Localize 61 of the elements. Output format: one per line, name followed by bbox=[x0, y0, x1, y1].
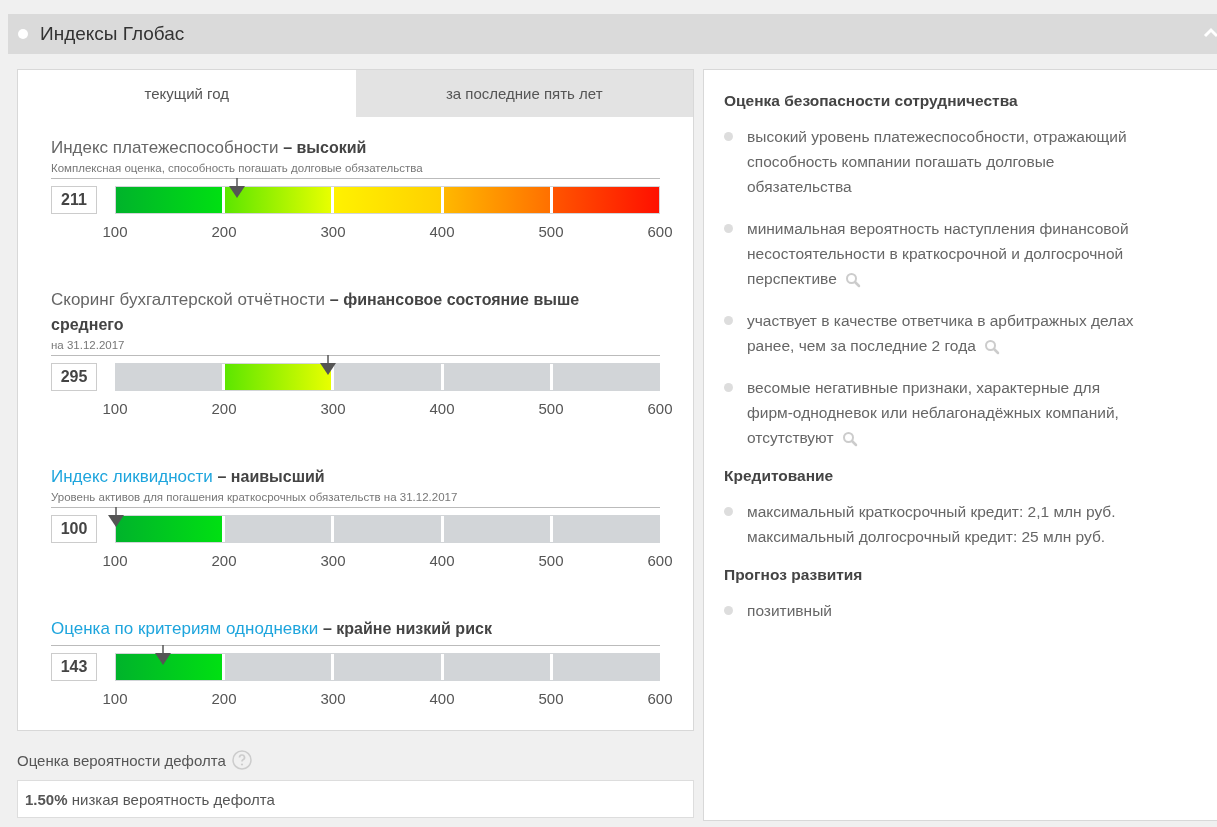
collapse-chevron-icon[interactable] bbox=[1203, 26, 1217, 38]
tick-label: 100 bbox=[102, 690, 128, 707]
search-icon[interactable] bbox=[844, 271, 861, 288]
tick-label: 400 bbox=[429, 690, 455, 707]
tick-label: 400 bbox=[429, 400, 455, 417]
tick-label: 600 bbox=[647, 223, 673, 240]
tick-label: 100 bbox=[102, 552, 128, 569]
tick-label: 300 bbox=[320, 690, 346, 707]
tick-label: 200 bbox=[211, 400, 237, 417]
section-heading: Прогноз развития bbox=[724, 566, 864, 584]
index-subtitle: на 31.12.2017 bbox=[51, 339, 126, 351]
tick-label: 100 bbox=[102, 223, 128, 240]
index-title: Индекс ликвидности – наивысший bbox=[51, 466, 326, 488]
index-value: 143 bbox=[51, 653, 97, 681]
index-title: Скоринг бухгалтерской отчётности – финансовое состояние выше среднего bbox=[51, 289, 581, 335]
tick-label: 200 bbox=[211, 552, 237, 569]
summary-text: максимальный краткосрочный кредит: 2,1 млн руб. bbox=[747, 502, 1117, 522]
bullet-icon bbox=[724, 606, 733, 615]
help-icon[interactable] bbox=[231, 750, 252, 770]
bullet-icon bbox=[724, 316, 733, 325]
index-title: Индекс платежеспособности – высокий bbox=[51, 137, 368, 159]
tick-label: 400 bbox=[429, 552, 455, 569]
tick-label: 300 bbox=[320, 552, 346, 569]
tick-label: 500 bbox=[538, 400, 564, 417]
tick-label: 500 bbox=[538, 223, 564, 240]
bullet-icon bbox=[724, 132, 733, 141]
tick-label: 200 bbox=[211, 690, 237, 707]
tick-label: 200 bbox=[211, 223, 237, 240]
search-icon[interactable] bbox=[983, 338, 1000, 355]
bullet-icon bbox=[724, 383, 733, 392]
tick-label: 600 bbox=[647, 400, 673, 417]
tick-label: 300 bbox=[320, 223, 346, 240]
tick-label: 100 bbox=[102, 400, 128, 417]
section-heading: Оценка безопасности сотрудничества bbox=[724, 92, 1019, 110]
tick-label: 500 bbox=[538, 552, 564, 569]
header-dot-icon bbox=[18, 29, 28, 39]
index-value: 295 bbox=[51, 363, 97, 391]
summary-text: высокий уровень платежеспособности, отражающий способность компании погашать долговые обязательства bbox=[747, 127, 1128, 197]
index-subtitle: Уровень активов для погашения краткосрочных обязательств на 31.12.2017 bbox=[51, 491, 459, 503]
panel-title: Индексы Глобас bbox=[40, 23, 185, 45]
section-heading: Кредитование bbox=[724, 467, 835, 485]
summary-text: максимальный долгосрочный кредит: 25 млн руб. bbox=[747, 527, 1107, 547]
default-value: 1.50% низкая вероятность дефолта bbox=[17, 780, 694, 818]
tick-label: 400 bbox=[429, 223, 455, 240]
default-label: Оценка вероятности дефолта bbox=[17, 751, 226, 769]
index-subtitle: Комплексная оценка, способность погашать долговые обязательства bbox=[51, 162, 424, 174]
search-icon[interactable] bbox=[841, 430, 858, 447]
tick-label: 600 bbox=[647, 690, 673, 707]
bullet-icon bbox=[724, 507, 733, 516]
index-value: 211 bbox=[51, 186, 97, 214]
summary-text: участвует в качестве ответчика в арбитражных делах ранее, чем за последние 2 года bbox=[747, 311, 1135, 357]
tick-label: 600 bbox=[647, 552, 673, 569]
index-title: Оценка по критериям однодневки – крайне низкий риск bbox=[51, 618, 493, 640]
index-value: 100 bbox=[51, 515, 97, 543]
tick-label: 300 bbox=[320, 400, 346, 417]
tick-label: 500 bbox=[538, 690, 564, 707]
summary-text: минимальная вероятность наступления финансовой несостоятельности в краткосрочной и долгосрочной перспективе bbox=[747, 219, 1130, 290]
summary-text: весомые негативные признаки, характерные для фирм-однодневок или неблагонадёжных компаний, отсутствуют bbox=[747, 378, 1120, 449]
bullet-icon bbox=[724, 224, 733, 233]
summary-text: позитивный bbox=[747, 601, 833, 621]
tab[interactable]: за последние пять лет bbox=[355, 70, 693, 117]
